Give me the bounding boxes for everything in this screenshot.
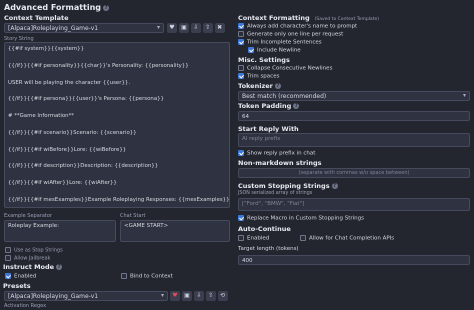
- story-line: [8, 53, 226, 61]
- help-icon[interactable]: ?: [331, 183, 338, 189]
- show-reply-prefix-option[interactable]: Show reply prefix in chat: [238, 150, 315, 157]
- start-reply-input[interactable]: AI reply prefix: [238, 133, 470, 147]
- story-line: {{/if}}{{#if mesExamples}}Example Rolepl…: [8, 197, 230, 204]
- trim-incomplete-option[interactable]: Trim Incomplete Sentences: [238, 39, 322, 46]
- checkbox[interactable]: [238, 31, 244, 37]
- instruct-preset-select[interactable]: [Alpaca]Roleplaying_Game-v1 ▾: [4, 291, 168, 301]
- story-line: [8, 154, 226, 162]
- collapse-newlines-option[interactable]: Collapse Consecutive Newlines: [238, 65, 332, 72]
- checkbox[interactable]: [238, 23, 244, 29]
- page-title: Advanced Formatting?: [4, 3, 110, 12]
- heart-icon[interactable]: ♥: [170, 291, 180, 301]
- story-line: [8, 104, 226, 112]
- token-padding-input[interactable]: 64: [238, 111, 470, 121]
- export-icon[interactable]: ⇧: [205, 291, 216, 301]
- story-line: [8, 87, 226, 95]
- activation-regex-label: Activation Regex: [4, 303, 47, 309]
- story-line: [8, 137, 226, 145]
- custom-stopping-input[interactable]: ["Ford", "BMW", "Fiat"]: [238, 198, 470, 211]
- custom-stopping-note: JSON serialized array of strings: [238, 191, 313, 196]
- reset-icon[interactable]: ⟲: [217, 291, 228, 301]
- chevron-down-icon: ▾: [156, 24, 160, 31]
- story-line: {{/if}}{{#if wiAfter}}Lore: {{wiAfter}}: [8, 180, 117, 187]
- allow-jailbreak-option[interactable]: Allow Jailbreak: [5, 255, 50, 262]
- checkbox[interactable]: [248, 47, 254, 53]
- export-icon[interactable]: ⇧: [202, 23, 213, 33]
- context-formatting-header: Context Formatting (Saved to Context Tem…: [238, 14, 379, 22]
- non-markdown-input[interactable]: (separate with commas w/o space between): [238, 168, 470, 178]
- story-line: {{/if}}{{#if wiBefore}}Lore: {{wiBefore}…: [8, 146, 127, 153]
- import-icon[interactable]: ⇩: [190, 23, 201, 33]
- context-template-label: Context Template: [4, 14, 69, 22]
- checkbox[interactable]: [5, 255, 11, 261]
- instruct-mode-label: Instruct Mode?: [3, 263, 63, 271]
- help-icon[interactable]: ?: [293, 103, 300, 109]
- use-stop-strings-option[interactable]: Use as Stop Strings: [5, 247, 63, 254]
- presets-label: Presets: [3, 282, 31, 290]
- checkbox[interactable]: [238, 39, 244, 45]
- story-line: # **Game Information**: [8, 113, 74, 120]
- story-line: {{/if}}{{#if scenario}}Scenario: {{scena…: [8, 129, 137, 136]
- favorite-icon[interactable]: ♥: [167, 23, 177, 33]
- story-line: [8, 204, 226, 207]
- always-add-name-option[interactable]: Always add character's name to prompt: [238, 23, 357, 30]
- story-line: {{#if system}}{{system}}: [8, 46, 85, 52]
- trim-spaces-option[interactable]: Trim spaces: [238, 73, 279, 80]
- save-icon[interactable]: ▣: [181, 291, 192, 301]
- token-padding-label: Token Padding?: [238, 102, 300, 110]
- include-newline-option[interactable]: Include Newline: [248, 47, 301, 54]
- story-line: [8, 188, 226, 196]
- checkbox[interactable]: [5, 247, 11, 253]
- tokenizer-label: Tokenizer?: [238, 82, 281, 90]
- checkbox[interactable]: [121, 273, 127, 279]
- replace-macro-option[interactable]: Replace Macro in Custom Stopping Strings: [238, 215, 364, 222]
- delete-icon[interactable]: ✖: [214, 23, 225, 33]
- checkbox[interactable]: [238, 65, 244, 71]
- story-line: {{/if}}{{#if personality}}{{char}}'s Per…: [8, 62, 189, 69]
- checkbox[interactable]: [238, 215, 244, 221]
- help-icon[interactable]: ?: [103, 4, 110, 11]
- context-template-select[interactable]: [Alpaca]Roleplaying_Game-v1 ▾: [4, 23, 164, 33]
- checkbox[interactable]: [238, 150, 244, 156]
- checkbox[interactable]: [300, 235, 306, 241]
- chat-start-label: Chat Start: [120, 213, 146, 219]
- story-line: [8, 70, 226, 78]
- chevron-down-icon: ▾: [160, 292, 164, 299]
- target-length-input[interactable]: 400: [238, 255, 470, 265]
- story-line: USER will be playing the character {{use…: [8, 79, 131, 86]
- chevron-down-icon: ▾: [462, 92, 466, 99]
- one-line-option[interactable]: Generate only one line per request: [238, 31, 343, 38]
- bind-to-context-option[interactable]: Bind to Context: [121, 273, 173, 280]
- checkbox[interactable]: [238, 73, 244, 79]
- tokenizer-select[interactable]: Best match (recommended) ▾: [238, 91, 470, 101]
- checkbox[interactable]: [238, 235, 244, 241]
- story-line: {{/if}}{{#if persona}}{{user}}'s Persona…: [8, 96, 164, 103]
- example-separator-input[interactable]: Roleplay Example:: [4, 220, 116, 242]
- story-line: {{/if}}{{#if description}}Description: {…: [8, 163, 159, 170]
- start-reply-label: Start Reply With: [238, 125, 299, 133]
- story-line: [8, 121, 226, 129]
- auto-continue-enabled-option[interactable]: Enabled: [238, 235, 269, 242]
- example-separator-label: Example Separator: [4, 213, 52, 219]
- allow-chat-completion-option[interactable]: Allow for Chat Completion APIs: [300, 235, 394, 242]
- import-icon[interactable]: ⇩: [193, 291, 204, 301]
- auto-continue-label: Auto-Continue: [238, 225, 291, 233]
- non-markdown-label: Non-markdown strings: [238, 159, 322, 167]
- save-icon[interactable]: ▣: [178, 23, 189, 33]
- custom-stopping-label: Custom Stopping Strings?: [238, 182, 338, 190]
- instruct-enabled-option[interactable]: Enabled: [5, 273, 36, 280]
- misc-settings-label: Misc. Settings: [238, 56, 290, 64]
- help-icon[interactable]: ?: [56, 264, 63, 270]
- chat-start-input[interactable]: <GAME START>: [120, 220, 230, 242]
- story-line: [8, 171, 226, 179]
- target-length-label: Target length (tokens): [238, 246, 299, 252]
- help-icon[interactable]: ?: [274, 83, 281, 89]
- checkbox[interactable]: [5, 273, 11, 279]
- story-string-textarea[interactable]: {{#if system}}{{system}} {{/if}}{{#if per…: [4, 42, 230, 208]
